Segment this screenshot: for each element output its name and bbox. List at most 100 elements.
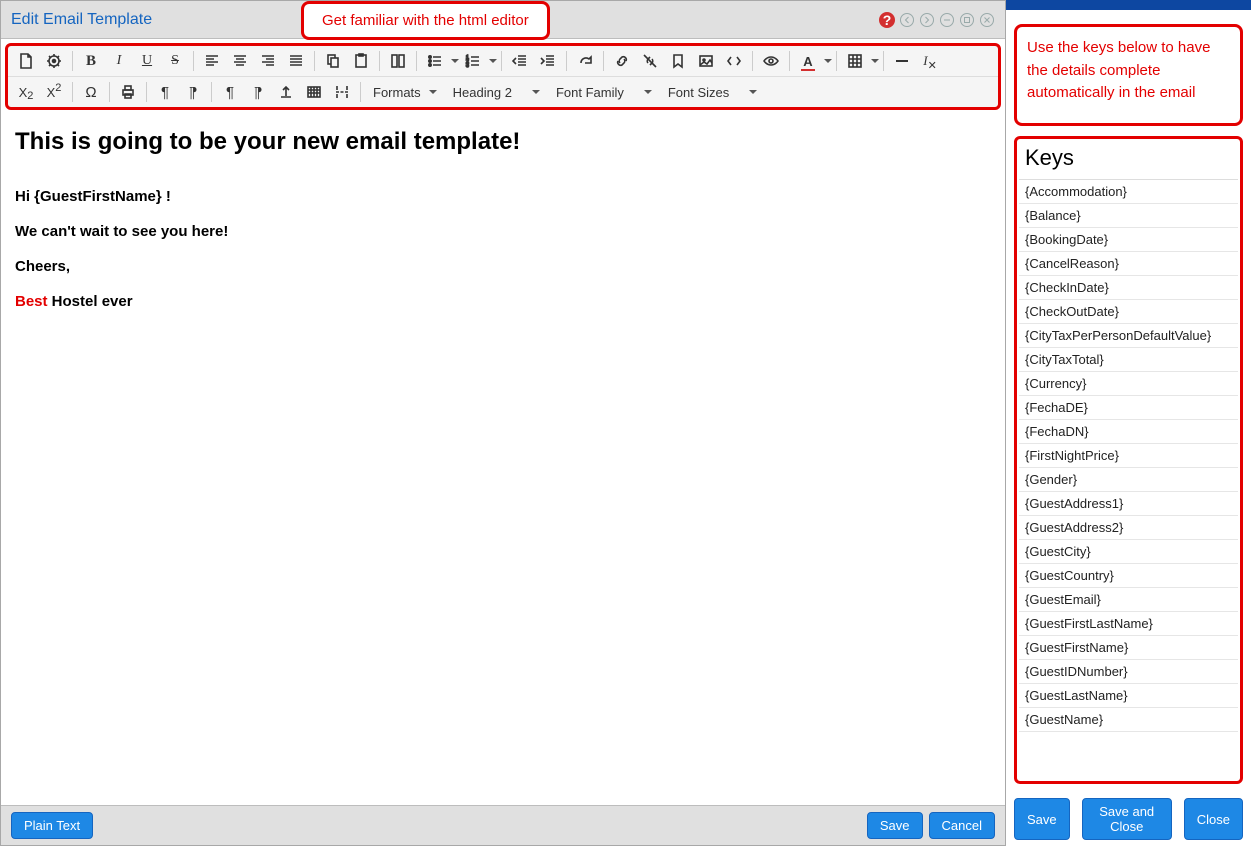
special-char-icon[interactable]: Ω <box>77 79 105 105</box>
toolbar-row-2: X2 X2 Ω ¶ ¶ ¶ ¶ Formats Heading 2 Font F… <box>8 76 998 107</box>
svg-text:3: 3 <box>466 63 469 69</box>
align-center-icon[interactable] <box>226 48 254 74</box>
right-close-button[interactable]: Close <box>1184 798 1243 840</box>
link-icon[interactable] <box>608 48 636 74</box>
right-save-button[interactable]: Save <box>1014 798 1070 840</box>
text-color-icon[interactable]: A <box>794 48 822 74</box>
underline-icon[interactable]: U <box>133 48 161 74</box>
key-item[interactable]: {CityTaxPerPersonDefaultValue} <box>1019 324 1238 348</box>
key-item[interactable]: {FechaDE} <box>1019 396 1238 420</box>
content-cheers: Cheers, <box>15 256 991 277</box>
new-document-icon[interactable] <box>12 48 40 74</box>
key-item[interactable]: {CheckOutDate} <box>1019 300 1238 324</box>
key-item[interactable]: {Gender} <box>1019 468 1238 492</box>
key-item[interactable]: {GuestName} <box>1019 708 1238 732</box>
outdent-group-icon[interactable] <box>384 48 412 74</box>
italic-icon[interactable]: I <box>105 48 133 74</box>
key-item[interactable]: {CityTaxTotal} <box>1019 348 1238 372</box>
save-button[interactable]: Save <box>867 812 923 839</box>
keys-title: Keys <box>1019 141 1238 179</box>
ltr-dir-icon[interactable]: ¶ <box>216 79 244 105</box>
prev-icon[interactable] <box>899 12 915 28</box>
rtl-dir-icon[interactable]: ¶ <box>244 79 272 105</box>
image-icon[interactable] <box>692 48 720 74</box>
minimize-icon[interactable] <box>939 12 955 28</box>
code-icon[interactable] <box>720 48 748 74</box>
subscript-icon[interactable]: X2 <box>12 79 40 105</box>
content-cantwait: We can't wait to see you here! <box>15 221 991 242</box>
keys-container: Keys {Accommodation}{Balance}{BookingDat… <box>1014 136 1243 785</box>
superscript-icon[interactable]: X2 <box>40 79 68 105</box>
page-break-icon[interactable] <box>328 79 356 105</box>
ltr-paragraph-icon[interactable]: ¶ <box>151 79 179 105</box>
next-icon[interactable] <box>919 12 935 28</box>
header-icons: ? <box>879 12 995 28</box>
font-family-dropdown[interactable]: Font Family <box>548 79 660 105</box>
font-sizes-dropdown[interactable]: Font Sizes <box>660 79 765 105</box>
bullet-list-icon[interactable] <box>421 48 449 74</box>
key-item[interactable]: {CheckInDate} <box>1019 276 1238 300</box>
formats-label: Formats <box>373 85 421 100</box>
clear-formatting-icon[interactable]: I✕ <box>916 48 944 74</box>
table-dropdown-icon[interactable] <box>871 59 879 63</box>
redo-icon[interactable] <box>571 48 599 74</box>
content-best: Best <box>15 293 48 310</box>
key-item[interactable]: {GuestEmail} <box>1019 588 1238 612</box>
number-list-icon[interactable]: 123 <box>459 48 487 74</box>
key-item[interactable]: {GuestCountry} <box>1019 564 1238 588</box>
preview-icon[interactable] <box>757 48 785 74</box>
number-list-dropdown-icon[interactable] <box>489 59 497 63</box>
key-item[interactable]: {FechaDN} <box>1019 420 1238 444</box>
editor-panel: Edit Email Template Get familiar with th… <box>0 0 1006 846</box>
key-item[interactable]: {GuestFirstName} <box>1019 636 1238 660</box>
table-icon[interactable] <box>841 48 869 74</box>
strikethrough-icon[interactable]: S <box>161 48 189 74</box>
key-item[interactable]: {GuestLastName} <box>1019 684 1238 708</box>
increase-indent-icon[interactable] <box>534 48 562 74</box>
key-item[interactable]: {FirstNightPrice} <box>1019 444 1238 468</box>
upload-icon[interactable] <box>272 79 300 105</box>
unlink-icon[interactable] <box>636 48 664 74</box>
key-item[interactable]: {Balance} <box>1019 204 1238 228</box>
callout-keys: Use the keys below to have the details c… <box>1014 24 1243 126</box>
heading-dropdown[interactable]: Heading 2 <box>445 79 548 105</box>
key-item[interactable]: {BookingDate} <box>1019 228 1238 252</box>
bold-icon[interactable]: B <box>77 48 105 74</box>
key-item[interactable]: {GuestAddress1} <box>1019 492 1238 516</box>
toolbar: B I U S 123 <box>5 43 1001 110</box>
toolbar-row-1: B I U S 123 <box>8 46 998 76</box>
close-icon[interactable] <box>979 12 995 28</box>
tools-icon[interactable] <box>40 48 68 74</box>
key-item[interactable]: {GuestIDNumber} <box>1019 660 1238 684</box>
paste-icon[interactable] <box>347 48 375 74</box>
editor-content[interactable]: This is going to be your new email templ… <box>1 114 1005 805</box>
align-justify-icon[interactable] <box>282 48 310 74</box>
key-item[interactable]: {Currency} <box>1019 372 1238 396</box>
plain-text-button[interactable]: Plain Text <box>11 812 93 839</box>
maximize-icon[interactable] <box>959 12 975 28</box>
panel-title: Edit Email Template <box>11 11 152 29</box>
rtl-paragraph-icon[interactable]: ¶ <box>179 79 207 105</box>
key-item[interactable]: {GuestAddress2} <box>1019 516 1238 540</box>
bullet-list-dropdown-icon[interactable] <box>451 59 459 63</box>
key-item[interactable]: {GuestCity} <box>1019 540 1238 564</box>
align-right-icon[interactable] <box>254 48 282 74</box>
bookmark-icon[interactable] <box>664 48 692 74</box>
font-family-label: Font Family <box>556 85 624 100</box>
formats-dropdown[interactable]: Formats <box>365 79 445 105</box>
cancel-button[interactable]: Cancel <box>929 812 995 839</box>
key-item[interactable]: {GuestFirstLastName} <box>1019 612 1238 636</box>
decrease-indent-icon[interactable] <box>506 48 534 74</box>
print-icon[interactable] <box>114 79 142 105</box>
help-icon[interactable]: ? <box>879 12 895 28</box>
align-left-icon[interactable] <box>198 48 226 74</box>
right-save-close-button[interactable]: Save and Close <box>1082 798 1172 840</box>
text-color-dropdown-icon[interactable] <box>824 59 832 63</box>
keys-list[interactable]: {Accommodation}{Balance}{BookingDate}{Ca… <box>1019 179 1238 755</box>
grid-icon[interactable] <box>300 79 328 105</box>
key-item[interactable]: {CancelReason} <box>1019 252 1238 276</box>
copy-icon[interactable] <box>319 48 347 74</box>
hr-icon[interactable] <box>888 48 916 74</box>
panel-header: Edit Email Template Get familiar with th… <box>1 1 1005 39</box>
key-item[interactable]: {Accommodation} <box>1019 180 1238 204</box>
